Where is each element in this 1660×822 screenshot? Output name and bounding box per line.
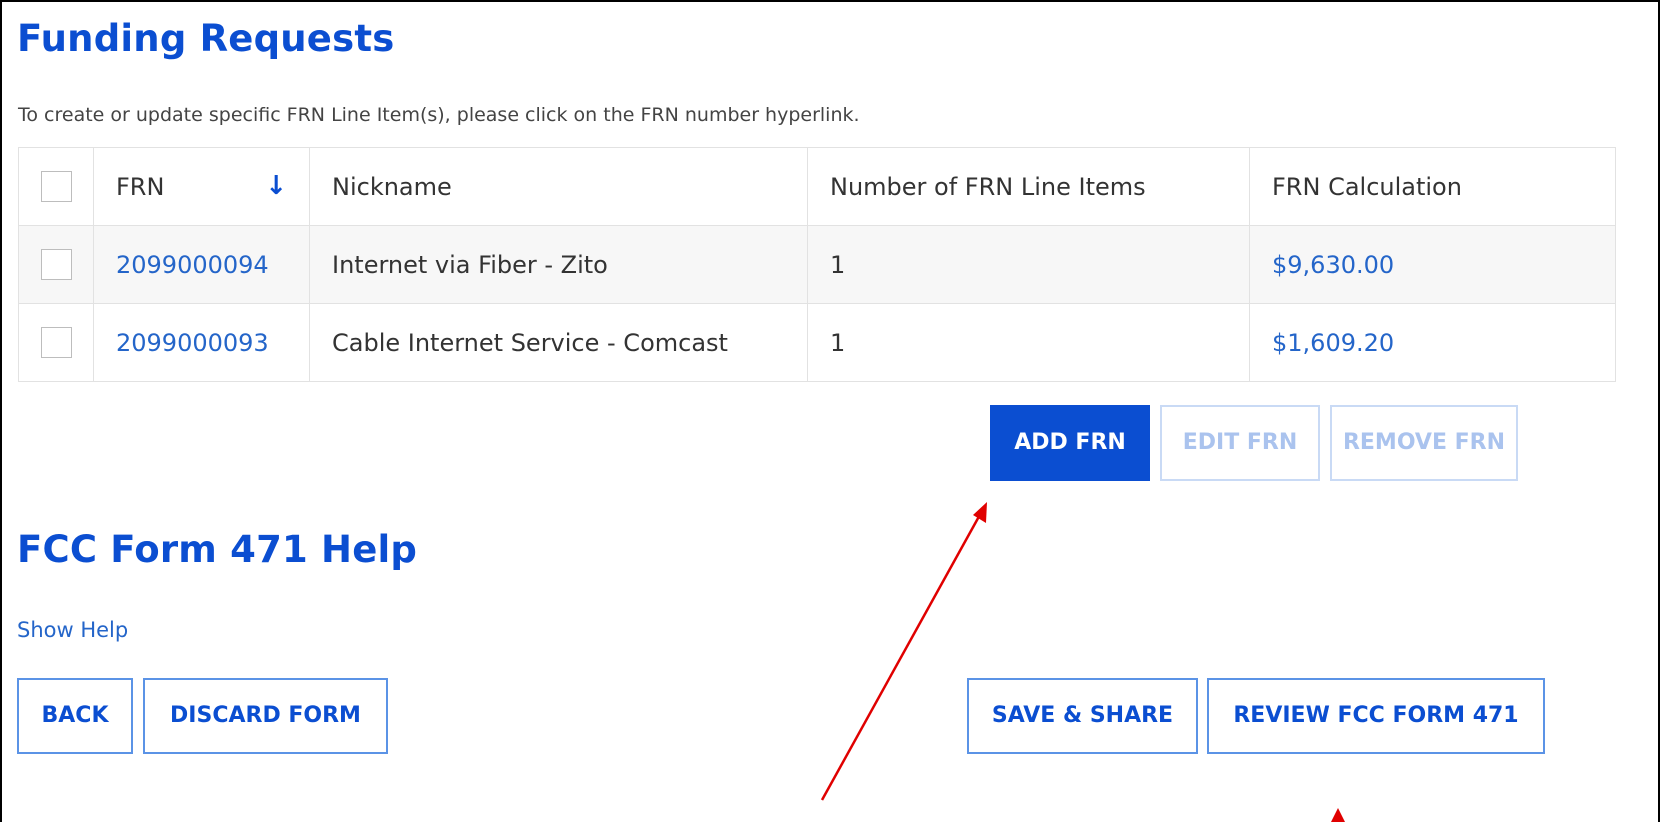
show-help-link[interactable]: Show Help [17, 618, 128, 642]
frn-table: FRN ↓ Nickname Number of FRN Line Items … [18, 147, 1616, 382]
row-select-cell [18, 225, 94, 304]
frn-link[interactable]: 2099000093 [116, 329, 269, 357]
line-items-cell: 1 [807, 303, 1250, 382]
form-help-heading: FCC Form 471 Help [17, 528, 418, 571]
nickname-cell: Internet via Fiber - Zito [309, 225, 808, 304]
frn-column-header[interactable]: FRN ↓ [93, 147, 310, 226]
row-checkbox[interactable] [40, 327, 72, 358]
add-frn-button[interactable]: ADD FRN [990, 405, 1150, 481]
save-share-button[interactable]: SAVE & SHARE [967, 678, 1198, 754]
arrow-down-icon[interactable]: ↓ [265, 173, 287, 199]
calculation-link[interactable]: $9,630.00 [1272, 251, 1394, 279]
table-header-row: FRN ↓ Nickname Number of FRN Line Items … [18, 147, 1616, 226]
calculation-cell: $1,609.20 [1249, 303, 1616, 382]
row-select-cell [18, 303, 94, 382]
line-items-column-header[interactable]: Number of FRN Line Items [807, 147, 1250, 226]
select-all-checkbox[interactable] [40, 171, 72, 202]
calculation-link[interactable]: $1,609.20 [1272, 329, 1394, 357]
funding-requests-heading: Funding Requests [17, 17, 395, 60]
frn-cell: 2099000093 [93, 303, 310, 382]
frn-link[interactable]: 2099000094 [116, 251, 269, 279]
back-button[interactable]: BACK [17, 678, 133, 754]
discard-form-button[interactable]: DISCARD FORM [143, 678, 388, 754]
instructions-text: To create or update specific FRN Line It… [18, 104, 860, 126]
row-checkbox[interactable] [40, 249, 72, 280]
line-items-cell: 1 [807, 225, 1250, 304]
review-form-button[interactable]: REVIEW FCC FORM 471 [1207, 678, 1545, 754]
calculation-cell: $9,630.00 [1249, 225, 1616, 304]
table-row: 2099000093 Cable Internet Service - Comc… [18, 303, 1616, 382]
remove-frn-button[interactable]: REMOVE FRN [1330, 405, 1518, 481]
select-all-cell [18, 147, 94, 226]
nickname-column-header[interactable]: Nickname [309, 147, 808, 226]
frn-column-label: FRN [116, 172, 165, 201]
nickname-cell: Cable Internet Service - Comcast [309, 303, 808, 382]
table-row: 2099000094 Internet via Fiber - Zito 1 $… [18, 225, 1616, 304]
edit-frn-button[interactable]: EDIT FRN [1160, 405, 1320, 481]
calculation-column-header[interactable]: FRN Calculation [1249, 147, 1616, 226]
frn-cell: 2099000094 [93, 225, 310, 304]
